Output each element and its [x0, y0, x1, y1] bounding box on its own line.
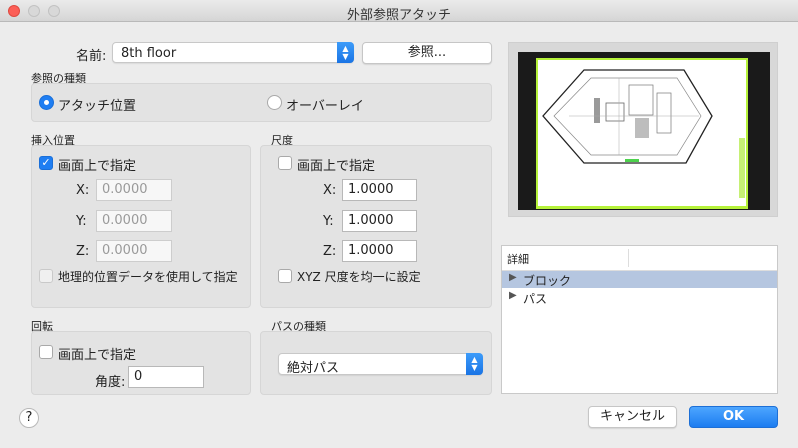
- scale-panel: 画面上で指定 X: 1.0000 Y: 1.0000 Z: 1.0000 XYZ…: [260, 145, 492, 308]
- angle-label: 角度:: [95, 375, 126, 390]
- help-button[interactable]: ?: [19, 408, 39, 428]
- uniform-scale-label: XYZ 尺度を均一に設定: [297, 270, 421, 284]
- angle-input[interactable]: 0: [128, 366, 204, 388]
- details-row-label: ブロック: [523, 274, 572, 288]
- name-select[interactable]: 8th floor ▲ ▼: [112, 42, 354, 63]
- preview-pane: [508, 42, 778, 217]
- reference-type-panel: アタッチ位置 オーバーレイ: [31, 83, 492, 122]
- insertion-z-label: Z:: [76, 244, 90, 259]
- attach-radio[interactable]: [39, 95, 54, 110]
- scale-onscreen-checkbox[interactable]: [278, 156, 292, 170]
- disclosure-triangle-icon[interactable]: ▶: [509, 272, 517, 283]
- details-row-label: パス: [523, 292, 548, 306]
- cancel-button[interactable]: キャンセル: [588, 406, 677, 428]
- rotation-onscreen-checkbox[interactable]: [39, 345, 53, 359]
- details-row-path[interactable]: ▶ パス: [502, 289, 777, 306]
- scale-y-label: Y:: [323, 214, 334, 229]
- path-type-select[interactable]: 絶対パス ▲ ▼: [278, 353, 483, 376]
- scale-x-label: X:: [323, 183, 337, 198]
- overlay-radio[interactable]: [267, 95, 282, 110]
- insertion-onscreen-label: 画面上で指定: [58, 159, 137, 174]
- insertion-y-input[interactable]: 0.0000: [96, 210, 172, 232]
- rotation-onscreen-label: 画面上で指定: [58, 348, 137, 363]
- uniform-scale-checkbox[interactable]: [278, 269, 292, 283]
- geo-label: 地理的位置データを使用して指定: [58, 270, 238, 284]
- scale-y-input[interactable]: 1.0000: [342, 210, 417, 232]
- title-bar: 外部参照アタッチ: [0, 0, 798, 23]
- name-label: 名前:: [76, 49, 107, 64]
- name-value: 8th floor: [121, 46, 177, 61]
- insertion-panel: ✓ 画面上で指定 X: 0.0000 Y: 0.0000 Z: 0.0000 地…: [31, 145, 251, 308]
- path-type-panel: 絶対パス ▲ ▼: [260, 331, 492, 395]
- details-header: 詳細: [507, 253, 529, 266]
- insertion-onscreen-checkbox[interactable]: ✓: [39, 156, 53, 170]
- floor-plan-preview: [518, 52, 770, 210]
- scale-z-label: Z:: [323, 244, 337, 259]
- checkmark-icon: ✓: [41, 156, 51, 169]
- select-stepper-icon: ▲ ▼: [466, 353, 483, 375]
- browse-button[interactable]: 参照...: [362, 42, 492, 64]
- scale-z-input[interactable]: 1.0000: [342, 240, 417, 262]
- insertion-x-label: X:: [76, 183, 90, 198]
- geo-checkbox[interactable]: [39, 269, 53, 283]
- insertion-z-input[interactable]: 0.0000: [96, 240, 172, 262]
- rotation-panel: 画面上で指定 角度: 0: [31, 331, 251, 395]
- path-type-value: 絶対パス: [287, 361, 340, 376]
- overlay-label: オーバーレイ: [286, 99, 364, 114]
- scale-x-input[interactable]: 1.0000: [342, 179, 417, 201]
- insertion-x-input[interactable]: 0.0000: [96, 179, 172, 201]
- dialog-window: 外部参照アタッチ 名前: 8th floor ▲ ▼ 参照... 参照の種類 アタ…: [0, 0, 798, 448]
- column-divider: [628, 249, 629, 267]
- attach-label: アタッチ位置: [58, 99, 137, 114]
- details-row-block[interactable]: ▶ ブロック: [502, 271, 777, 288]
- window-title: 外部参照アタッチ: [346, 8, 451, 23]
- select-stepper-icon: ▲ ▼: [337, 42, 354, 63]
- details-list: 詳細 ▶ ブロック ▶ パス: [501, 245, 778, 394]
- scale-onscreen-label: 画面上で指定: [297, 159, 376, 174]
- disclosure-triangle-icon[interactable]: ▶: [509, 290, 517, 301]
- insertion-y-label: Y:: [76, 214, 87, 229]
- ok-button[interactable]: OK: [689, 406, 778, 428]
